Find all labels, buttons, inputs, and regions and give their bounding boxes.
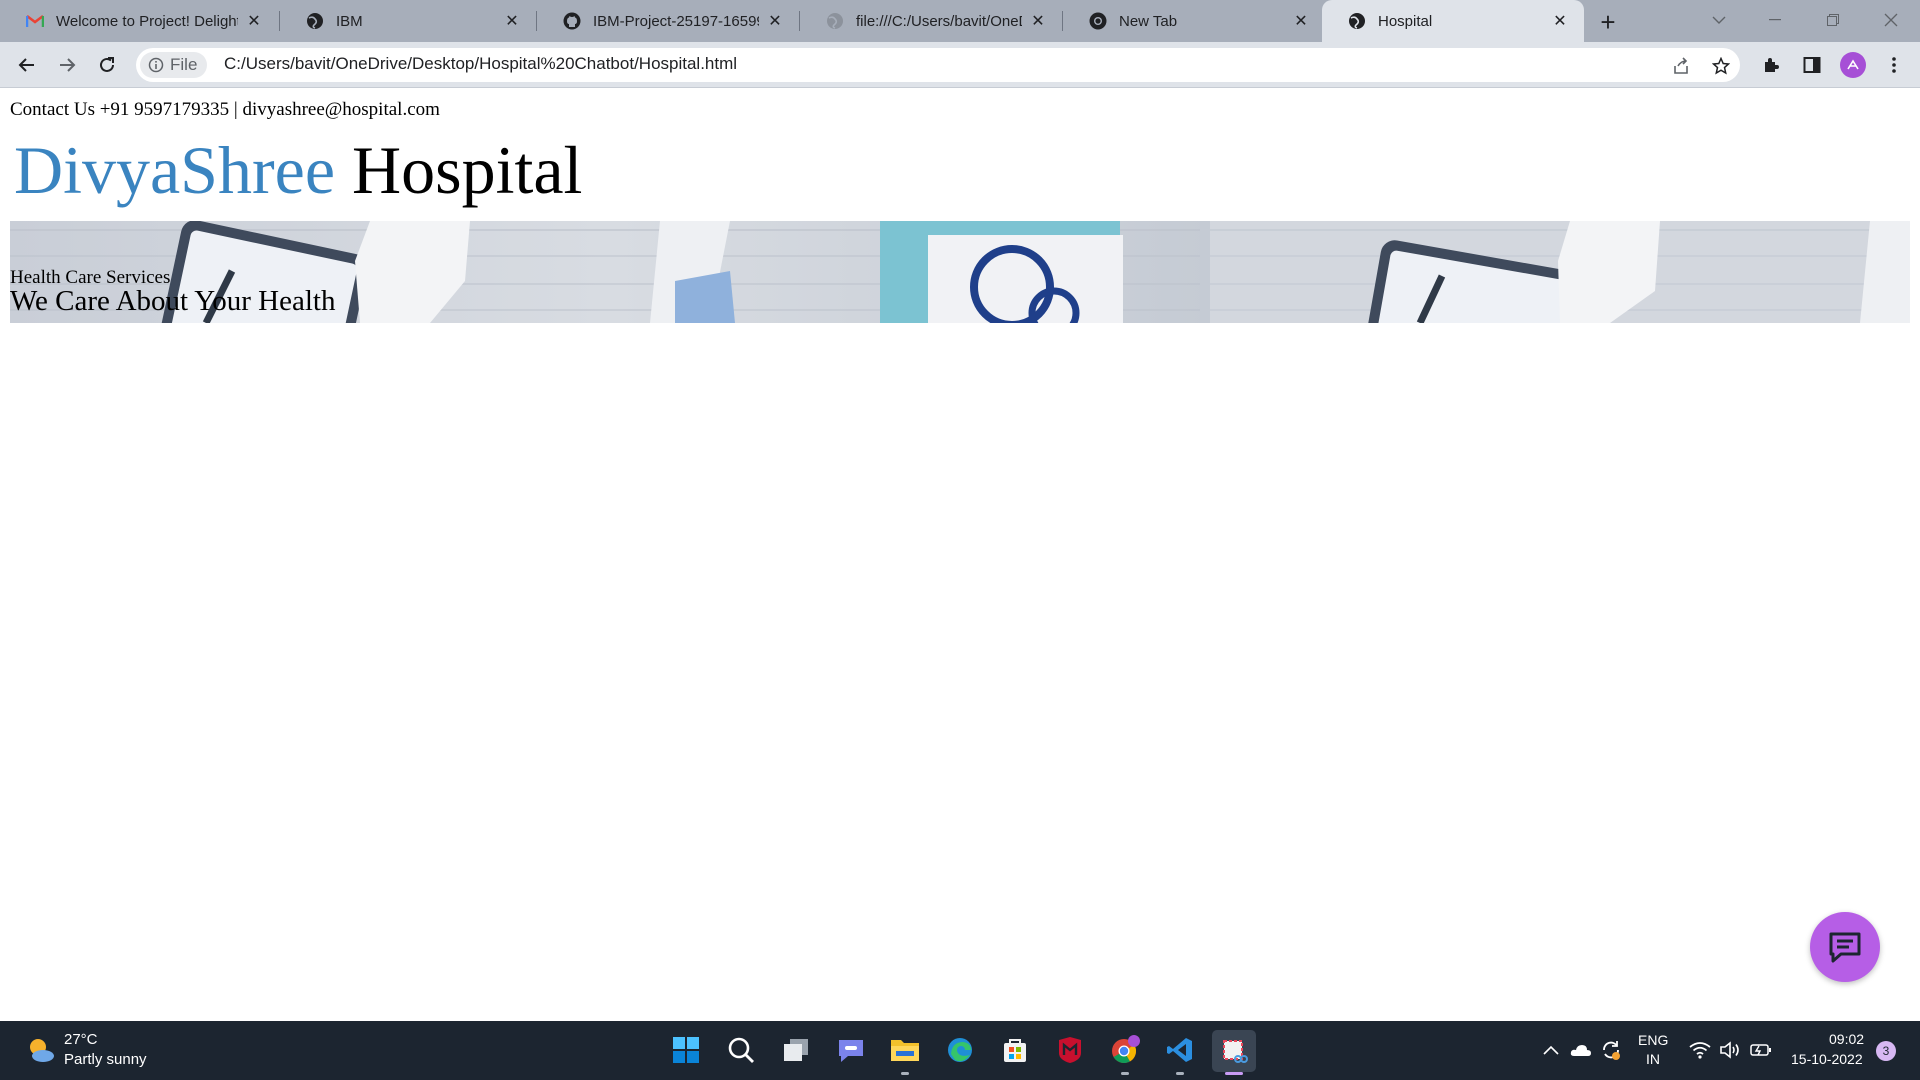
forward-button[interactable]	[52, 50, 82, 80]
chrome-icon	[1089, 12, 1107, 30]
running-indicator	[1121, 1072, 1129, 1075]
tab-search-button[interactable]	[1696, 4, 1742, 36]
snipping-tool-icon[interactable]	[1212, 1030, 1256, 1072]
avatar-icon	[1847, 59, 1859, 70]
sync-icon[interactable]	[1600, 1039, 1622, 1061]
tab-title: IBM	[336, 12, 363, 30]
globe-icon	[306, 12, 324, 30]
browser-toolbar: File C:/Users/bavit/OneDrive/Desktop/Hos…	[0, 42, 1920, 88]
new-tab-button[interactable]: +	[1594, 7, 1622, 37]
clock-time[interactable]: 09:02	[1829, 1031, 1864, 1047]
tab-title: New Tab	[1119, 12, 1178, 30]
tab-strip: Welcome to Project! Delight ✕ IBM ✕ IBM-…	[0, 0, 1920, 42]
volume-icon[interactable]	[1719, 1039, 1741, 1061]
weather-condition[interactable]: Partly sunny	[64, 1051, 147, 1068]
restore-icon	[1827, 14, 1839, 26]
contact-info: Contact Us +91 9597179335 | divyashree@h…	[10, 99, 440, 120]
brand-name-first: DivyaShree	[14, 132, 336, 208]
extensions-icon[interactable]	[1760, 53, 1784, 77]
windows-taskbar: 27°C Partly sunny ENG IN 09:02 15-10-202…	[0, 1021, 1920, 1080]
tab-hospital[interactable]: Hospital ✕	[1322, 0, 1584, 42]
minimize-icon	[1769, 19, 1781, 21]
arrow-right-icon	[60, 58, 76, 72]
teams-chat-icon[interactable]	[834, 1033, 868, 1067]
chat-icon	[1829, 932, 1861, 963]
running-indicator	[901, 1072, 909, 1075]
tab-close-button[interactable]: ✕	[244, 11, 264, 31]
profile-avatar[interactable]	[1840, 52, 1866, 78]
menu-kebab-icon[interactable]	[1882, 53, 1906, 77]
share-icon[interactable]	[1670, 55, 1692, 77]
edge-icon[interactable]	[943, 1033, 977, 1067]
close-icon	[1884, 13, 1898, 27]
minimize-button[interactable]	[1752, 4, 1798, 36]
tab-close-button[interactable]: ✕	[1550, 11, 1570, 31]
active-indicator	[1225, 1072, 1243, 1075]
globe-icon	[826, 12, 844, 30]
restore-button[interactable]	[1810, 4, 1856, 36]
language-indicator[interactable]: ENG	[1638, 1032, 1668, 1048]
language-region[interactable]: IN	[1646, 1051, 1660, 1067]
url-text[interactable]: C:/Users/bavit/OneDrive/Desktop/Hospital…	[224, 54, 737, 74]
tab-title: IBM-Project-25197-165995	[593, 12, 759, 30]
gmail-icon	[26, 12, 44, 30]
chatbot-button[interactable]	[1810, 912, 1880, 982]
search-icon[interactable]	[724, 1033, 758, 1067]
notification-badge[interactable]: 3	[1876, 1041, 1896, 1061]
banner-heading: We Care About Your Health	[10, 285, 336, 317]
wifi-icon[interactable]	[1689, 1039, 1711, 1061]
globe-icon	[1348, 12, 1366, 30]
reload-button[interactable]	[92, 50, 122, 80]
chrome-icon[interactable]	[1108, 1033, 1142, 1067]
vscode-icon[interactable]	[1163, 1033, 1197, 1067]
tab-close-button[interactable]: ✕	[1028, 11, 1048, 31]
tab-file[interactable]: file:///C:/Users/bavit/OneDr ✕	[800, 0, 1062, 42]
tab-gmail[interactable]: Welcome to Project! Delight ✕	[0, 0, 278, 42]
weather-temperature[interactable]: 27°C	[64, 1031, 98, 1048]
clock-date[interactable]: 15-10-2022	[1791, 1051, 1863, 1067]
tab-github[interactable]: IBM-Project-25197-165995 ✕	[537, 0, 799, 42]
mcafee-icon[interactable]	[1053, 1033, 1087, 1067]
tab-new-tab[interactable]: New Tab ✕	[1063, 0, 1325, 42]
task-view-icon[interactable]	[779, 1033, 813, 1067]
tab-close-button[interactable]: ✕	[1291, 11, 1311, 31]
address-bar[interactable]: File C:/Users/bavit/OneDrive/Desktop/Hos…	[136, 48, 1740, 82]
chevron-up-icon[interactable]	[1540, 1039, 1562, 1061]
chevron-down-icon	[1712, 16, 1726, 24]
onedrive-cloud-icon[interactable]	[1570, 1039, 1592, 1061]
reload-icon	[100, 57, 114, 72]
tab-close-button[interactable]: ✕	[502, 11, 522, 31]
battery-icon[interactable]	[1750, 1039, 1772, 1061]
hero-banner: Health Care Services We Care About Your …	[10, 221, 1910, 323]
tab-close-button[interactable]: ✕	[765, 11, 785, 31]
tab-title: Hospital	[1378, 12, 1433, 30]
tab-title: Welcome to Project! Delight	[56, 12, 238, 30]
site-info-chip[interactable]: File	[140, 52, 208, 78]
store-icon[interactable]	[998, 1033, 1032, 1067]
page-viewport: Contact Us +91 9597179335 | divyashree@h…	[0, 89, 1920, 1021]
info-icon	[148, 57, 164, 73]
tab-ibm[interactable]: IBM ✕	[280, 0, 536, 42]
site-info-label: File	[170, 55, 198, 74]
bookmark-star-icon[interactable]	[1710, 55, 1732, 77]
arrow-left-icon	[18, 58, 34, 72]
weather-icon[interactable]	[26, 1035, 56, 1065]
back-button[interactable]	[12, 50, 42, 80]
side-panel-icon[interactable]	[1800, 53, 1824, 77]
banner-image	[1210, 221, 1910, 323]
windows-start-icon[interactable]	[669, 1033, 703, 1067]
file-explorer-icon[interactable]	[888, 1033, 922, 1067]
brand-title: DivyaShree Hospital	[14, 125, 582, 215]
close-window-button[interactable]	[1868, 4, 1914, 36]
tab-title: file:///C:/Users/bavit/OneDr	[856, 12, 1022, 30]
github-icon	[563, 12, 581, 30]
running-indicator	[1176, 1072, 1184, 1075]
brand-name-second: Hospital	[335, 132, 583, 208]
